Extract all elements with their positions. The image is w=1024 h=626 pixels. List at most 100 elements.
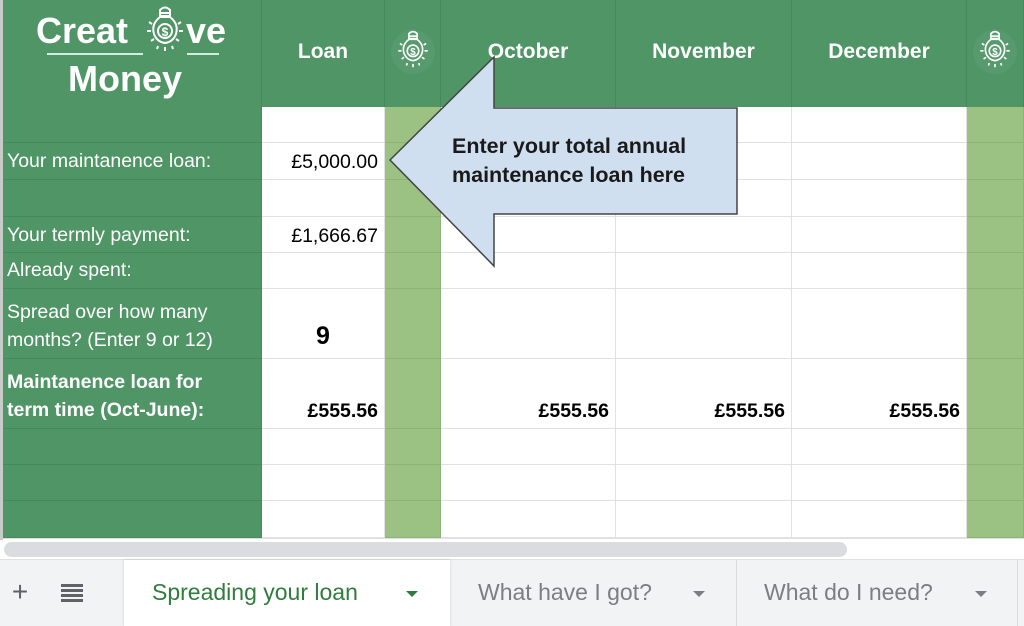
label-cell-blank-2[interactable] <box>0 180 262 217</box>
header-december-label: December <box>828 40 930 63</box>
term-loan-cell[interactable]: £555.56 <box>262 359 385 429</box>
header-loan[interactable]: Loan <box>262 0 385 107</box>
logo-text-creat: Creat <box>36 10 129 51</box>
month-cell[interactable] <box>616 289 792 359</box>
spacer-cell[interactable] <box>385 289 441 359</box>
month-cell[interactable] <box>792 180 967 217</box>
label-cell-blank-3[interactable] <box>0 429 262 465</box>
logo-text-ve: ve <box>186 10 227 51</box>
header-spacer-2: $ <box>967 0 1024 107</box>
lightbulb-dollar-icon: $ <box>980 30 1010 68</box>
month-cell[interactable] <box>616 501 792 538</box>
spacer-cell[interactable] <box>385 359 441 429</box>
spacer-cell[interactable] <box>385 429 441 465</box>
lightbulb-dollar-icon: $ <box>147 6 183 51</box>
spacer-cell[interactable] <box>967 180 1024 217</box>
maintenance-loan-input[interactable]: £5,000.00 <box>262 143 385 180</box>
month-cell[interactable] <box>441 501 616 538</box>
loan-cell-blank-2[interactable] <box>262 180 385 217</box>
grid-left-edge <box>0 0 3 540</box>
label-cell-blank-4[interactable] <box>0 465 262 501</box>
loan-cell-blank-3[interactable] <box>262 429 385 465</box>
tab-divider <box>1017 560 1018 626</box>
loan-cell-blank-1[interactable] <box>262 107 385 143</box>
chevron-down-icon[interactable] <box>975 591 987 597</box>
logo-text-money: Money <box>68 58 183 99</box>
sheet-tab-label: Spreading your loan <box>152 579 358 605</box>
month-cell[interactable] <box>441 429 616 465</box>
spreadsheet-grid: Creat $ ve Money Your maintanence loan: … <box>0 0 1024 538</box>
add-sheet-button[interactable]: + <box>4 578 36 608</box>
label-cell-term-loan[interactable]: Maintanence loan for term time (Oct-June… <box>0 359 262 429</box>
month-cell[interactable] <box>792 289 967 359</box>
spacer-cell[interactable] <box>967 289 1024 359</box>
label-cell-spread-months[interactable]: Spread over how many months? (Enter 9 or… <box>0 289 262 359</box>
monthly-loan-value: £555.56 <box>714 400 786 422</box>
horizontal-scrollbar-thumb[interactable] <box>4 542 847 557</box>
svg-text:$: $ <box>992 47 998 58</box>
label-cell-blank-5[interactable] <box>0 501 262 538</box>
monthly-loan-value: £555.56 <box>538 400 610 422</box>
sheet-tab-spreading-your-loan[interactable]: Spreading your loan <box>124 560 450 626</box>
spacer-cell[interactable] <box>967 217 1024 253</box>
sheet-tab-label: What do I need? <box>764 579 933 605</box>
month-term-loan-cell[interactable]: £555.56 <box>792 359 967 429</box>
list-icon <box>61 584 83 602</box>
creative-money-logo: Creat $ ve Money <box>0 0 262 107</box>
chevron-down-icon[interactable] <box>406 591 418 597</box>
spread-months-label-line2: months? (Enter 9 or 12) <box>7 329 213 351</box>
already-spent-input[interactable] <box>262 253 385 289</box>
spacer-cell[interactable] <box>967 253 1024 289</box>
loan-cell-blank-4[interactable] <box>262 465 385 501</box>
plus-icon: + <box>11 576 29 607</box>
loan-cell-blank-5[interactable] <box>262 501 385 538</box>
spacer-cell[interactable] <box>967 501 1024 538</box>
month-cell[interactable] <box>792 465 967 501</box>
callout-line-1: Enter your total annual <box>452 134 687 158</box>
spacer-cell[interactable] <box>967 143 1024 180</box>
month-cell[interactable] <box>616 429 792 465</box>
month-cell[interactable] <box>792 143 967 180</box>
monthly-loan-value: £555.56 <box>889 400 961 422</box>
spacer-cell[interactable] <box>967 107 1024 143</box>
spacer-cell[interactable] <box>385 465 441 501</box>
logo-rule-left <box>47 53 143 55</box>
month-cell[interactable] <box>792 501 967 538</box>
callout-text: Enter your total annual maintenance loan… <box>452 132 732 190</box>
sheet-tab-what-do-i-need[interactable]: What do I need? <box>737 560 1017 626</box>
month-term-loan-cell[interactable]: £555.56 <box>616 359 792 429</box>
term-loan-label-line1: Maintanence loan for <box>7 371 203 393</box>
termly-payment-cell[interactable]: £1,666.67 <box>262 217 385 253</box>
horizontal-scrollbar[interactable] <box>0 538 1024 559</box>
termly-payment-label: Your termly payment: <box>7 224 191 246</box>
month-cell[interactable] <box>616 465 792 501</box>
termly-payment-value: £1,666.67 <box>291 225 378 247</box>
maintenance-loan-label: Your maintanence loan: <box>7 150 212 172</box>
all-sheets-button[interactable] <box>56 578 88 608</box>
header-loan-label: Loan <box>297 40 349 63</box>
spread-months-value: 9 <box>316 322 330 350</box>
month-cell[interactable] <box>792 107 967 143</box>
label-cell-blank-1[interactable] <box>0 107 262 143</box>
spacer-cell[interactable] <box>967 465 1024 501</box>
month-cell[interactable] <box>792 217 967 253</box>
label-cell-already-spent[interactable]: Already spent: <box>0 253 262 289</box>
spacer-cell[interactable] <box>967 359 1024 429</box>
logo-rule-right <box>187 53 219 55</box>
spread-months-input[interactable]: 9 <box>262 289 385 359</box>
spacer-cell[interactable] <box>385 501 441 538</box>
maintenance-loan-value: £5,000.00 <box>291 151 378 173</box>
chevron-down-icon[interactable] <box>693 591 705 597</box>
sheet-tab-what-have-i-got[interactable]: What have I got? <box>450 560 736 626</box>
label-cell-termly-payment[interactable]: Your termly payment: <box>0 217 262 253</box>
spacer-cell[interactable] <box>967 429 1024 465</box>
month-cell[interactable] <box>441 289 616 359</box>
header-december[interactable]: December <box>792 0 967 107</box>
sheet-tab-label: What have I got? <box>478 579 652 605</box>
already-spent-label: Already spent: <box>7 259 132 281</box>
month-cell[interactable] <box>441 465 616 501</box>
month-cell[interactable] <box>792 253 967 289</box>
month-term-loan-cell[interactable]: £555.56 <box>441 359 616 429</box>
label-cell-maintenance-loan[interactable]: Your maintanence loan: <box>0 143 262 180</box>
month-cell[interactable] <box>792 429 967 465</box>
